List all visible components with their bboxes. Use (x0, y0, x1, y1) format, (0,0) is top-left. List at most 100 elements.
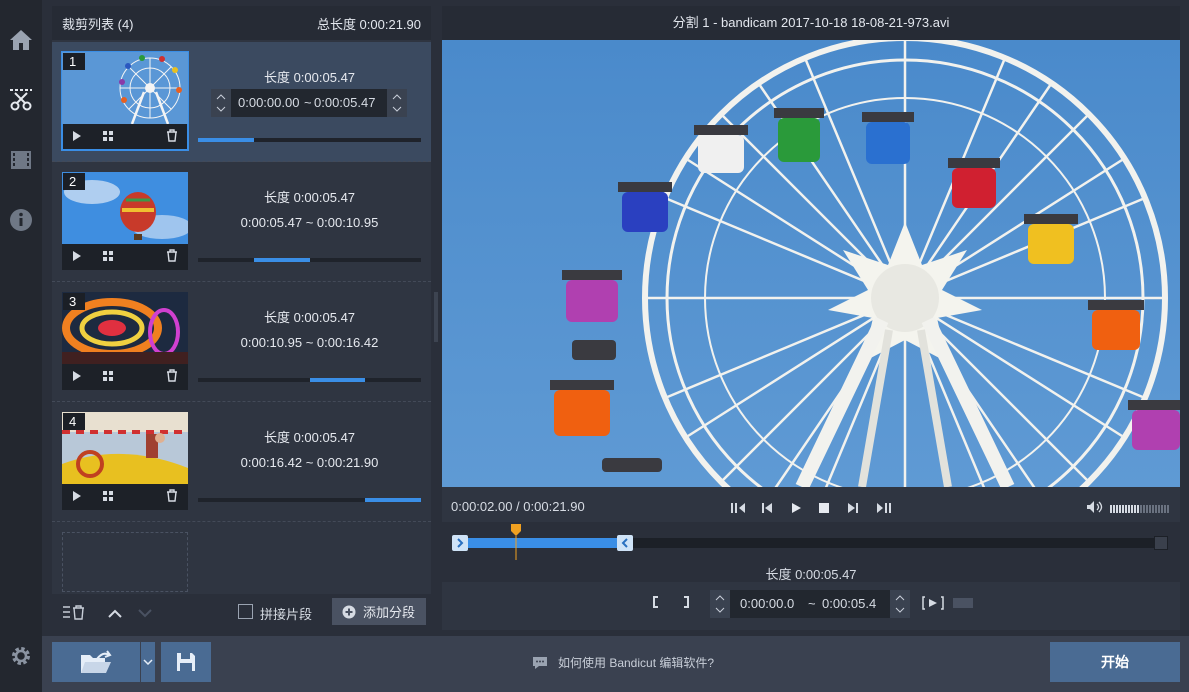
play-icon[interactable] (72, 490, 82, 505)
play-icon[interactable] (72, 370, 82, 385)
clip-thumbnail-box: 4 (62, 412, 188, 510)
chat-bubble-icon (533, 656, 547, 669)
settings-gear-icon[interactable] (0, 634, 42, 678)
video-frame[interactable] (442, 40, 1180, 487)
prev-frame-icon[interactable] (760, 501, 774, 518)
next-segment-icon[interactable] (876, 501, 892, 518)
move-down-icon[interactable] (138, 606, 152, 621)
clip-list-header: 裁剪列表 (4) 总长度 0:00:21.90 (52, 6, 431, 40)
home-icon[interactable] (0, 18, 42, 62)
help-text: 如何使用 Bandicut 编辑软件? (558, 656, 715, 670)
volume-slider[interactable] (1110, 502, 1172, 513)
clip-thumbnail-box: 1 (61, 51, 189, 151)
video-title: 分割 1 - bandicam 2017-10-18 18-08-21-973.… (442, 6, 1180, 40)
clip-toolbar (62, 244, 188, 270)
help-link[interactable]: 如何使用 Bandicut 编辑软件? (532, 654, 714, 671)
clip-thumbnail-box: 2 (62, 172, 188, 270)
clip-list-footer: 拼接片段 添加分段 (52, 594, 431, 630)
trash-icon[interactable] (166, 489, 178, 505)
merge-segments-label: 拼接片段 (260, 607, 313, 622)
set-start-icon[interactable] (652, 595, 660, 612)
start-button[interactable]: 开始 (1050, 642, 1180, 682)
selection-start-handle[interactable] (452, 535, 468, 551)
clip-progress-fill (198, 138, 254, 142)
clip-list-panel: 裁剪列表 (4) 总长度 0:00:21.90 1 长度 0:00:05.47 … (52, 6, 431, 630)
info-icon[interactable] (0, 198, 42, 242)
bottom-toolbar: 如何使用 Bandicut 编辑软件? 开始 (42, 636, 1189, 692)
segment-range-separator: ~ (808, 596, 816, 611)
clip-length: 长度 0:00:05.47 (263, 310, 356, 325)
clip-item-3[interactable]: 3 长度 0:00:05.47 0:00:10.95 ~ 0:00:16.42 (52, 282, 431, 402)
playhead[interactable] (510, 524, 522, 560)
clear-list-icon[interactable] (62, 604, 86, 623)
save-disk-icon (177, 653, 195, 671)
range-separator: ~ (304, 95, 312, 110)
start-stepper[interactable] (211, 89, 231, 117)
clip-toolbar (62, 124, 188, 150)
segment-range-editor: 0:00:00.0 ~ 0:00:05.4 (652, 590, 992, 618)
clip-item-2[interactable]: 2 长度 0:00:05.47 0:00:05.47 ~ 0:00:10.95 (52, 162, 431, 282)
clip-toolbar (62, 484, 188, 510)
segment-time-box[interactable]: 0:00:00.0 ~ 0:00:05.4 (710, 590, 910, 618)
add-segment-button[interactable]: 添加分段 (332, 598, 426, 625)
clip-progress-fill (309, 378, 366, 382)
timeline-track[interactable] (452, 538, 1168, 548)
segment-start-input[interactable]: 0:00:00.0 (740, 596, 794, 611)
open-file-dropdown[interactable] (141, 642, 155, 682)
empty-clip-slot[interactable] (62, 532, 188, 592)
clip-start-input[interactable]: 0:00:00.00 (238, 95, 299, 110)
grid-icon[interactable] (102, 370, 114, 385)
grid-icon[interactable] (102, 130, 114, 145)
chevron-down-icon (143, 659, 153, 665)
open-file-button[interactable] (52, 642, 140, 682)
clip-progress-fill (253, 258, 310, 262)
clip-thumbnail-box: 3 (62, 292, 188, 390)
trash-icon[interactable] (166, 369, 178, 385)
merge-segments-checkbox[interactable] (238, 604, 253, 619)
clip-progress-track (198, 258, 421, 262)
volume-icon[interactable] (1086, 500, 1104, 517)
clip-item-4[interactable]: 4 长度 0:00:05.47 0:00:16.42 ~ 0:00:21.90 (52, 402, 431, 522)
stop-icon[interactable] (818, 501, 830, 518)
total-length: 总长度 0:00:21.90 (316, 16, 421, 32)
timeline-selection (452, 538, 631, 548)
clip-range: 0:00:05.47 ~ 0:00:10.95 (240, 215, 379, 230)
grid-icon[interactable] (102, 490, 114, 505)
set-end-icon[interactable] (682, 595, 690, 612)
start-button-label: 开始 (1101, 654, 1129, 670)
panel-splitter[interactable] (434, 292, 438, 342)
save-button[interactable] (161, 642, 211, 682)
left-nav-rail (0, 0, 42, 692)
film-icon[interactable] (0, 138, 42, 182)
segment-start-stepper[interactable] (710, 590, 730, 618)
end-stepper[interactable] (387, 89, 407, 117)
clip-progress-track (198, 498, 421, 502)
clip-range: 0:00:10.95 ~ 0:00:16.42 (240, 335, 379, 350)
cut-icon[interactable] (0, 78, 42, 122)
clip-number: 4 (63, 413, 85, 430)
clip-number: 1 (63, 53, 85, 70)
play-icon[interactable] (72, 250, 82, 265)
segment-end-stepper[interactable] (890, 590, 910, 618)
play-icon[interactable] (72, 130, 82, 145)
play-segment-icon[interactable] (922, 596, 944, 613)
move-up-icon[interactable] (108, 606, 122, 621)
selection-end-handle[interactable] (617, 535, 633, 551)
clip-item-1[interactable]: 1 长度 0:00:05.47 0:00:00.00 ~ 0:00:05.47 (52, 42, 431, 162)
play-icon[interactable] (790, 501, 802, 518)
clip-range-editor[interactable]: 0:00:00.00 ~ 0:00:05.47 (211, 89, 407, 117)
prev-segment-icon[interactable] (730, 501, 746, 518)
grid-icon[interactable] (102, 250, 114, 265)
clip-progress-track (198, 138, 421, 142)
clip-end-input[interactable]: 0:00:05.47 (314, 95, 375, 110)
trash-icon[interactable] (166, 249, 178, 265)
stop-segment-icon[interactable] (952, 596, 974, 613)
clip-toolbar (62, 364, 188, 390)
segment-end-input[interactable]: 0:00:05.4 (822, 596, 876, 611)
clip-length: 长度 0:00:05.47 (263, 70, 356, 85)
add-segment-label: 添加分段 (363, 605, 416, 620)
next-frame-icon[interactable] (846, 501, 860, 518)
clip-progress-fill (365, 498, 421, 502)
trash-icon[interactable] (166, 129, 178, 145)
clip-list-title: 裁剪列表 (4) (62, 16, 134, 32)
